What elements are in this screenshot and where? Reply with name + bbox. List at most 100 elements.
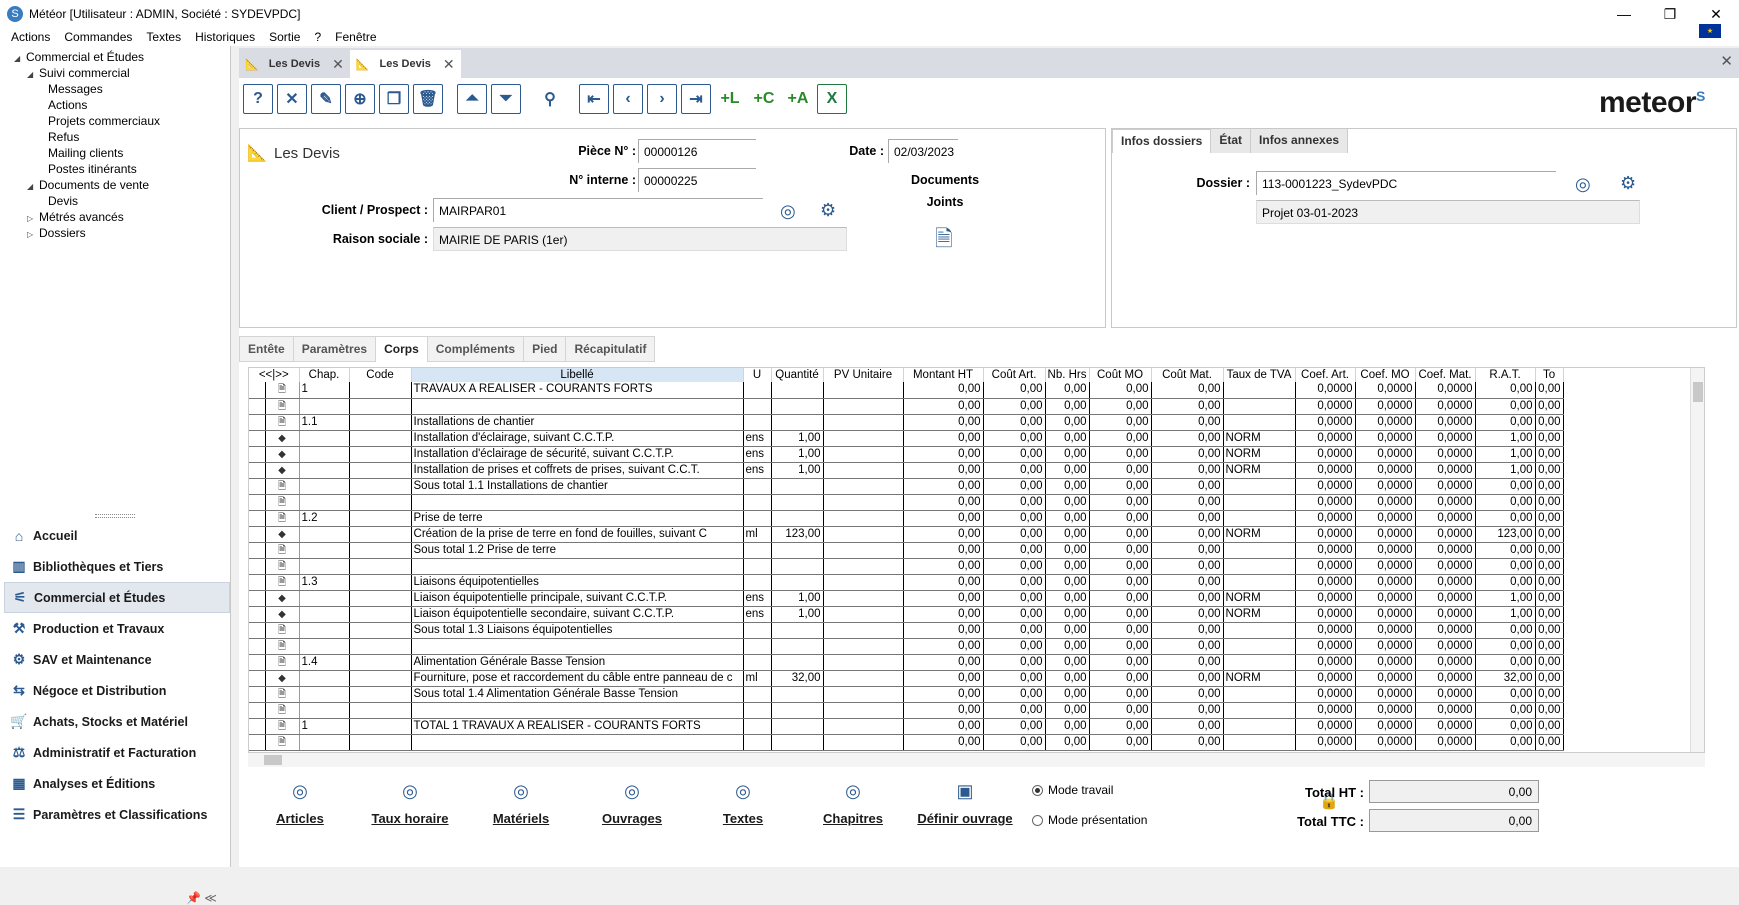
cell-pv[interactable] [823, 718, 904, 735]
cell-q[interactable] [771, 558, 824, 575]
cell-nb-hrs[interactable]: 0,00 [1045, 590, 1090, 607]
excel-export-icon[interactable]: X [817, 84, 847, 114]
pin-icon[interactable]: 📌 ≪ [186, 891, 217, 905]
cell-montant-ht[interactable]: 0,00 [903, 734, 984, 751]
cell-lib[interactable]: TOTAL 1 TRAVAUX A REALISER - COURANTS FO… [411, 718, 744, 735]
cell-tva[interactable] [1223, 702, 1296, 719]
tree-item[interactable]: ◢ Documents de vente [0, 177, 230, 193]
cell-chap[interactable]: 1.4 [299, 654, 350, 671]
cell-cout-art[interactable]: 0,00 [983, 606, 1046, 623]
cell-nb-hrs[interactable]: 0,00 [1045, 414, 1090, 431]
cell-pv[interactable] [823, 478, 904, 495]
nav-item-8[interactable]: ▦ Analyses et Éditions [4, 768, 230, 799]
tree-expander-icon[interactable]: ◢ [27, 179, 39, 195]
cell-nb-hrs[interactable]: 0,00 [1045, 718, 1090, 735]
cell-tva[interactable] [1223, 478, 1296, 495]
cell-code[interactable] [349, 702, 412, 719]
cell-coef-mo[interactable]: 0,0000 [1355, 510, 1416, 527]
cell-montant-ht[interactable]: 0,00 [903, 590, 984, 607]
cell-coef-mo[interactable]: 0,0000 [1355, 478, 1416, 495]
cell-coef-mat[interactable]: 0,0000 [1415, 542, 1476, 559]
cell-q[interactable] [771, 574, 824, 591]
cell-pv[interactable] [823, 702, 904, 719]
cell-u[interactable] [743, 494, 772, 511]
grid-column-header[interactable]: Quantité [771, 368, 824, 382]
cell-coef-mat[interactable]: 0,0000 [1415, 526, 1476, 543]
internal-number-field[interactable]: 00000225 [638, 168, 756, 192]
table-row[interactable]: 🗎 1.1 Installations de chantier 0,00 0,00 0,0… [249, 414, 1564, 431]
cell-cout-art[interactable]: 0,00 [983, 670, 1046, 687]
nav-item-6[interactable]: 🛒 Achats, Stocks et Matériel [4, 706, 230, 737]
body-tab[interactable]: Récapitulatif [565, 336, 656, 362]
cell-total[interactable]: 0,00 [1535, 510, 1564, 527]
cell-code[interactable] [349, 462, 412, 479]
cell-nb-hrs[interactable]: 0,00 [1045, 510, 1090, 527]
row-selector[interactable] [249, 670, 266, 687]
cell-total[interactable]: 0,00 [1535, 430, 1564, 447]
cell-total[interactable]: 0,00 [1535, 574, 1564, 591]
cell-total[interactable]: 0,00 [1535, 606, 1564, 623]
tree-item[interactable]: ▷ Métrés avancés [0, 209, 230, 225]
cell-cout-art[interactable]: 0,00 [983, 382, 1046, 399]
cell-coef-mat[interactable]: 0,0000 [1415, 702, 1476, 719]
cell-lib[interactable]: Alimentation Générale Basse Tension [411, 654, 744, 671]
menu-item-3[interactable]: Historiques [195, 30, 255, 44]
cell-code[interactable] [349, 558, 412, 575]
cell-u[interactable] [743, 382, 772, 399]
row-selector[interactable] [249, 478, 266, 495]
grid-column-header[interactable]: R.A.T. [1475, 368, 1536, 382]
cell-lib[interactable]: Sous total 1.1 Installations de chantier [411, 478, 744, 495]
row-selector[interactable] [249, 734, 266, 751]
row-selector[interactable] [249, 654, 266, 671]
cell-chap[interactable]: 1.3 [299, 574, 350, 591]
cell-code[interactable] [349, 670, 412, 687]
table-row[interactable]: 🗎 1.3 Liaisons équipotentielles 0,00 0,00 0,0… [249, 574, 1564, 591]
cell-coef-art[interactable]: 0,0000 [1295, 734, 1356, 751]
cell-nb-hrs[interactable]: 0,00 [1045, 526, 1090, 543]
cell-coef-mat[interactable]: 0,0000 [1415, 382, 1476, 399]
cell-coef-mat[interactable]: 0,0000 [1415, 734, 1476, 751]
cell-tva[interactable] [1223, 542, 1296, 559]
cell-pv[interactable] [823, 414, 904, 431]
cell-montant-ht[interactable]: 0,00 [903, 686, 984, 703]
cell-cout-mat[interactable]: 0,00 [1151, 446, 1224, 463]
cell-total[interactable]: 0,00 [1535, 590, 1564, 607]
nav-item-2[interactable]: ⚟ Commercial et Études [4, 582, 230, 613]
row-selector[interactable] [249, 606, 266, 623]
bottom-action-6[interactable]: ▣ Définir ouvrage [915, 781, 1015, 826]
cell-rat[interactable]: 0,00 [1475, 398, 1536, 415]
cell-nb-hrs[interactable]: 0,00 [1045, 430, 1090, 447]
tree-expander-icon[interactable]: ▷ [27, 227, 39, 243]
row-selector[interactable] [249, 382, 266, 399]
cell-cout-mat[interactable]: 0,00 [1151, 382, 1224, 399]
cell-tva[interactable]: NORM [1223, 606, 1296, 623]
cell-coef-art[interactable]: 0,0000 [1295, 398, 1356, 415]
cell-nb-hrs[interactable]: 0,00 [1045, 542, 1090, 559]
cell-tva[interactable] [1223, 686, 1296, 703]
cell-rat[interactable]: 0,00 [1475, 702, 1536, 719]
cell-coef-mo[interactable]: 0,0000 [1355, 654, 1416, 671]
cell-cout-mo[interactable]: 0,00 [1089, 558, 1152, 575]
cell-cout-art[interactable]: 0,00 [983, 430, 1046, 447]
cell-tva[interactable] [1223, 414, 1296, 431]
cell-pv[interactable] [823, 670, 904, 687]
cell-coef-mat[interactable]: 0,0000 [1415, 430, 1476, 447]
cell-total[interactable]: 0,00 [1535, 382, 1564, 399]
cell-cout-mo[interactable]: 0,00 [1089, 510, 1152, 527]
add-icon[interactable]: ⊕ [345, 84, 375, 114]
cell-coef-mo[interactable]: 0,0000 [1355, 494, 1416, 511]
cell-coef-mat[interactable]: 0,0000 [1415, 670, 1476, 687]
cell-cout-mat[interactable]: 0,00 [1151, 574, 1224, 591]
cell-cout-art[interactable]: 0,00 [983, 638, 1046, 655]
tree-item[interactable]: Mailing clients [0, 145, 230, 161]
cell-u[interactable] [743, 718, 772, 735]
cell-cout-mat[interactable]: 0,00 [1151, 590, 1224, 607]
body-tab[interactable]: Compléments [426, 336, 525, 362]
cell-nb-hrs[interactable]: 0,00 [1045, 574, 1090, 591]
table-row[interactable]: ◆ Installation d'éclairage de sécurité, s… [249, 446, 1564, 463]
cell-coef-art[interactable]: 0,0000 [1295, 702, 1356, 719]
cell-chap[interactable]: 1.2 [299, 510, 350, 527]
cell-pv[interactable] [823, 606, 904, 623]
cell-cout-mat[interactable]: 0,00 [1151, 734, 1224, 751]
cell-cout-mat[interactable]: 0,00 [1151, 494, 1224, 511]
